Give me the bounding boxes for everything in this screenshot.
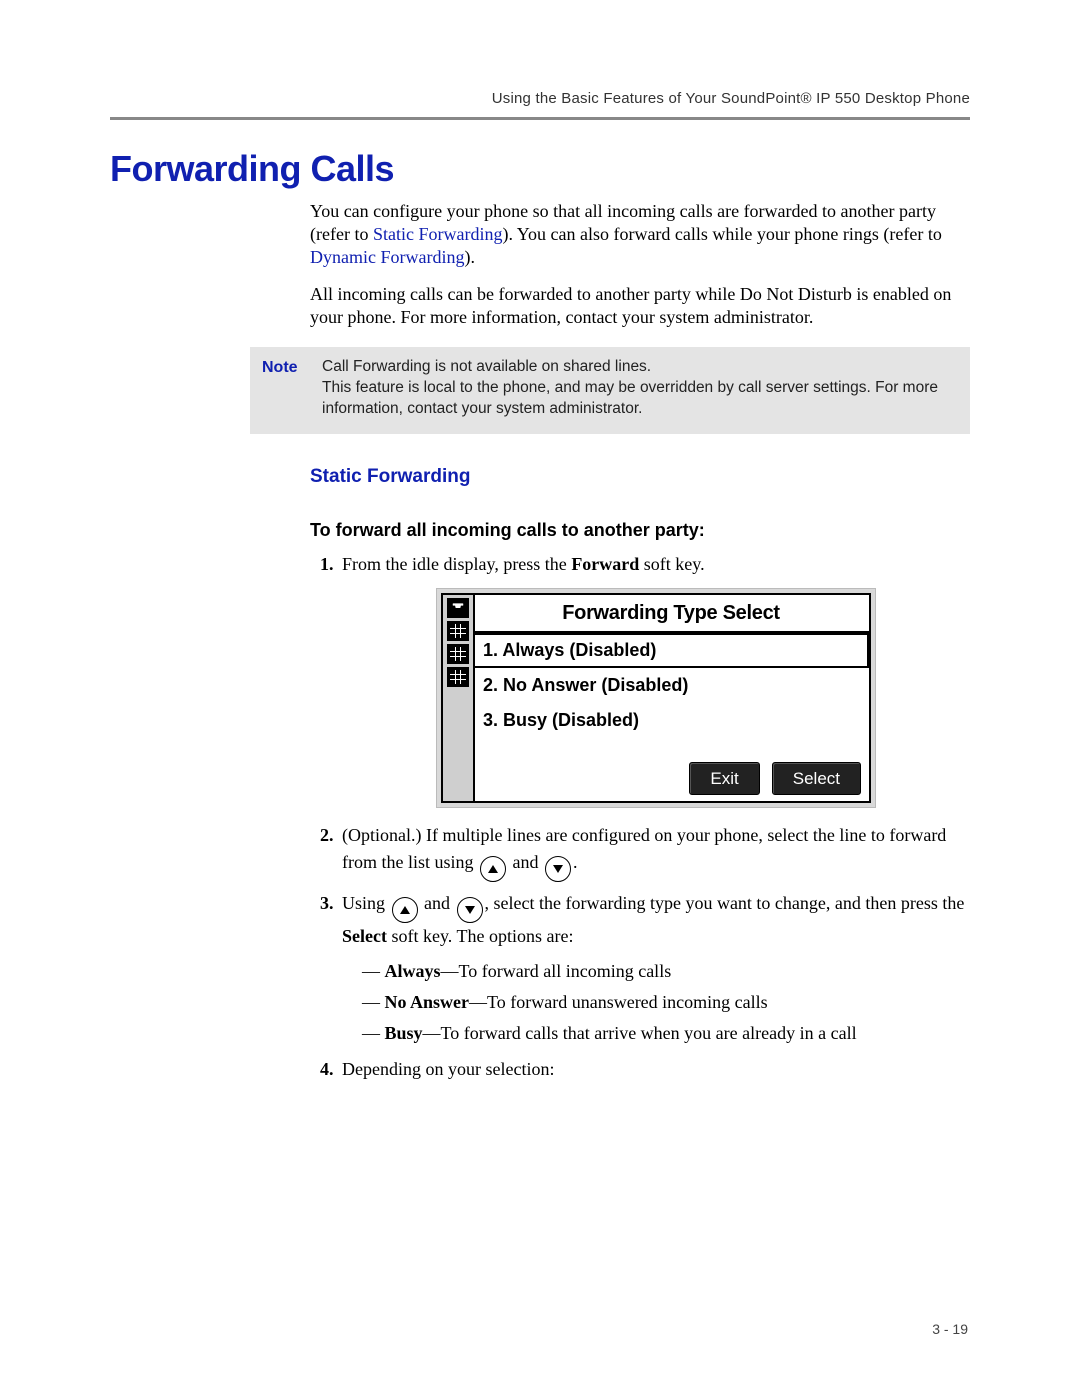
arrow-up-icon: [392, 897, 418, 923]
lcd-screen: Forwarding Type Select 1. Always (Disabl…: [441, 593, 871, 804]
dynamic-forwarding-link[interactable]: Dynamic Forwarding: [310, 247, 464, 267]
intro-paragraph-2: All incoming calls can be forwarded to a…: [310, 283, 970, 329]
handset-icon: [447, 598, 469, 618]
step-3: Using and , select the forwarding type y…: [338, 890, 970, 1048]
options-list: Always—To forward all incoming calls No …: [362, 956, 970, 1048]
option-label: Busy: [385, 1023, 423, 1043]
text: .: [573, 852, 578, 872]
text: Using: [342, 893, 390, 913]
intro-block: You can configure your phone so that all…: [310, 200, 970, 329]
lcd-title: Forwarding Type Select: [473, 595, 869, 633]
arrow-down-icon: [545, 856, 571, 882]
section-title: Forwarding Calls: [110, 148, 970, 190]
running-header: Using the Basic Features of Your SoundPo…: [110, 90, 970, 107]
keypad-icon: [447, 667, 469, 687]
text: —To forward unanswered incoming calls: [469, 992, 768, 1012]
text: (Optional.) If multiple lines are config…: [342, 825, 946, 872]
option-label: No Answer: [385, 992, 470, 1012]
lcd-softkey-row: Exit Select: [473, 756, 869, 802]
text: , select the forwarding type you want to…: [485, 893, 965, 913]
subsection-heading: Static Forwarding: [310, 466, 970, 488]
text: —To forward calls that arrive when you a…: [423, 1023, 857, 1043]
option-busy: Busy—To forward calls that arrive when y…: [362, 1018, 970, 1049]
static-forwarding-section: Static Forwarding To forward all incomin…: [310, 466, 970, 1083]
lcd-main: Forwarding Type Select 1. Always (Disabl…: [473, 595, 869, 802]
note-label: Note: [262, 357, 322, 420]
note-line: Call Forwarding is not available on shar…: [322, 357, 958, 378]
option-always: Always—To forward all incoming calls: [362, 956, 970, 987]
select-softkey-label: Select: [342, 926, 387, 946]
keypad-icon: [447, 621, 469, 641]
note-body: Call Forwarding is not available on shar…: [322, 357, 958, 420]
static-forwarding-link[interactable]: Static Forwarding: [373, 224, 502, 244]
option-no-answer: No Answer—To forward unanswered incoming…: [362, 987, 970, 1018]
lcd-sidebar: [443, 595, 475, 802]
step-4: Depending on your selection:: [338, 1056, 970, 1083]
text: soft key. The options are:: [387, 926, 573, 946]
forward-softkey-label: Forward: [571, 554, 639, 574]
select-softkey: Select: [772, 762, 861, 796]
note-block: Note Call Forwarding is not available on…: [250, 347, 970, 434]
text: and: [420, 893, 455, 913]
step-1: From the idle display, press the Forward…: [338, 551, 970, 809]
procedure-heading: To forward all incoming calls to another…: [310, 520, 970, 541]
page: Using the Basic Features of Your SoundPo…: [0, 0, 1080, 1397]
arrow-down-icon: [457, 897, 483, 923]
note-line: This feature is local to the phone, and …: [322, 378, 958, 420]
lcd-screenshot: Forwarding Type Select 1. Always (Disabl…: [436, 588, 876, 809]
text: and: [508, 852, 543, 872]
text: —To forward all incoming calls: [441, 961, 672, 981]
lcd-menu-item-always: 1. Always (Disabled): [473, 633, 869, 668]
page-number: 3 - 19: [932, 1321, 968, 1337]
exit-softkey: Exit: [689, 762, 759, 796]
text: From the idle display, press the: [342, 554, 571, 574]
arrow-up-icon: [480, 856, 506, 882]
intro-paragraph-1: You can configure your phone so that all…: [310, 200, 970, 269]
lcd-menu-item-busy: 3. Busy (Disabled): [473, 703, 869, 738]
step-2: (Optional.) If multiple lines are config…: [338, 822, 970, 882]
text: Depending on your selection:: [342, 1059, 554, 1079]
keypad-icon: [447, 644, 469, 664]
procedure-steps: From the idle display, press the Forward…: [310, 551, 970, 1083]
text: ). You can also forward calls while your…: [502, 224, 941, 244]
text: soft key.: [639, 554, 704, 574]
header-rule: [110, 117, 970, 120]
lcd-menu-item-no-answer: 2. No Answer (Disabled): [473, 668, 869, 703]
text: ).: [464, 247, 475, 267]
option-label: Always: [385, 961, 441, 981]
